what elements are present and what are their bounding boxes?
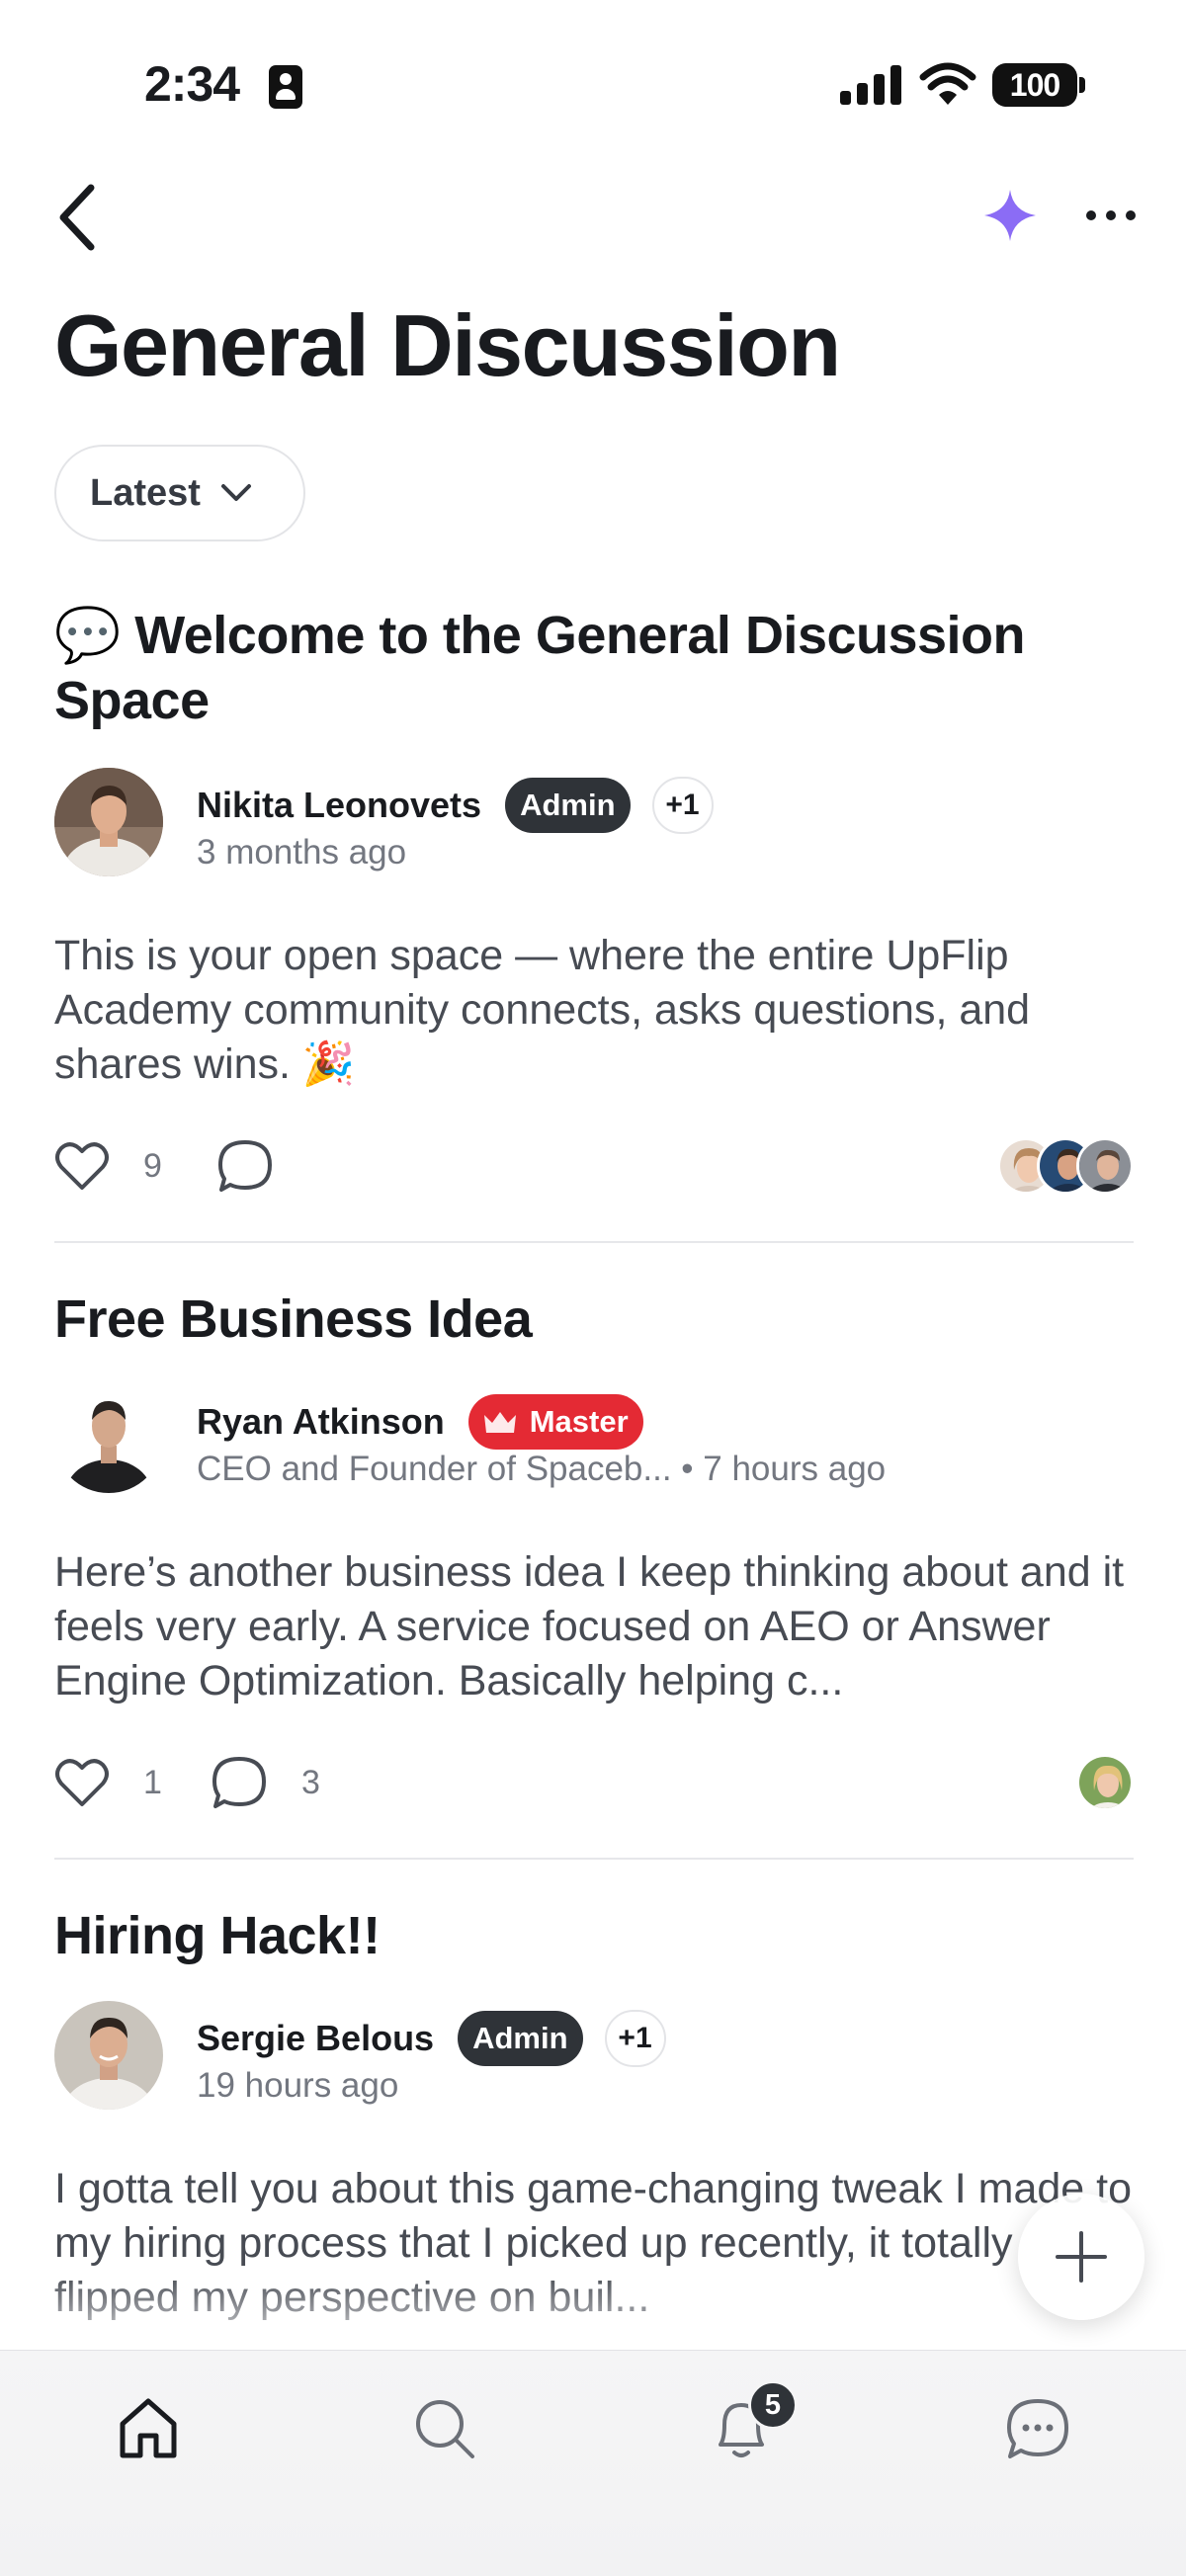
avatar[interactable] bbox=[54, 1384, 163, 1493]
reactor-avatars[interactable] bbox=[997, 1137, 1134, 1195]
author-name[interactable]: Nikita Leonovets bbox=[197, 785, 481, 826]
comment-button[interactable] bbox=[216, 1131, 274, 1201]
post-card[interactable]: 💬 Welcome to the General Discussion Spac… bbox=[54, 603, 1134, 1196]
post-title[interactable]: Free Business Idea bbox=[54, 1287, 1134, 1352]
chevron-down-icon bbox=[220, 484, 251, 501]
author-row[interactable]: Ryan Atkinson Master CEO and Founder of … bbox=[54, 1384, 886, 1493]
admin-badge: Admin bbox=[505, 778, 631, 833]
plus-icon bbox=[1056, 2231, 1107, 2283]
reactor-avatar bbox=[1076, 1754, 1134, 1811]
post-actions: 1 3 bbox=[54, 1748, 1134, 1817]
divider bbox=[54, 1858, 1134, 1860]
author-row[interactable]: Nikita Leonovets Admin +1 3 months ago bbox=[54, 768, 714, 876]
chevron-left-icon bbox=[59, 184, 95, 251]
sort-label: Latest bbox=[90, 471, 201, 514]
notification-count-badge: 5 bbox=[748, 2380, 798, 2430]
admin-badge: Admin bbox=[458, 2011, 583, 2066]
reactor-avatar bbox=[1076, 1137, 1134, 1195]
wifi-icon bbox=[919, 62, 976, 105]
tab-search[interactable] bbox=[400, 2384, 489, 2473]
ai-assistant-button[interactable] bbox=[982, 188, 1038, 243]
author-row[interactable]: Sergie Belous Admin +1 19 hours ago bbox=[54, 2001, 666, 2110]
heart-icon bbox=[55, 1142, 109, 1190]
ellipsis-icon bbox=[1086, 210, 1136, 220]
sort-dropdown[interactable]: Latest bbox=[54, 445, 305, 541]
tab-bar: 5 bbox=[0, 2350, 1186, 2576]
comment-count: 3 bbox=[301, 1763, 320, 1801]
post-emoji: 💬 bbox=[54, 606, 121, 665]
battery-icon: 100 bbox=[992, 63, 1085, 107]
more-options-button[interactable] bbox=[1083, 194, 1139, 237]
post-excerpt: This is your open space — where the enti… bbox=[54, 932, 1031, 1088]
author-name[interactable]: Sergie Belous bbox=[197, 2018, 434, 2059]
post-title[interactable]: Hiring Hack!! bbox=[54, 1903, 1134, 1968]
like-count: 9 bbox=[143, 1146, 162, 1185]
author-headline-timestamp: CEO and Founder of Spaceb... • 7 hours a… bbox=[197, 1450, 887, 1488]
tab-notifications[interactable]: 5 bbox=[697, 2380, 798, 2473]
comment-button[interactable]: 3 bbox=[211, 1748, 320, 1817]
post-card[interactable]: Free Business Idea Ryan Atkinson Master bbox=[54, 1287, 1134, 1840]
post-timestamp: 19 hours ago bbox=[197, 2066, 399, 2105]
sparkle-icon bbox=[984, 190, 1036, 241]
like-button[interactable]: 1 bbox=[54, 1748, 162, 1817]
status-bar: 2:34 100 bbox=[0, 0, 1186, 173]
post-timestamp: 3 months ago bbox=[197, 833, 407, 872]
status-time: 2:34 bbox=[144, 56, 240, 112]
home-icon bbox=[120, 2398, 177, 2458]
search-icon bbox=[416, 2400, 474, 2458]
reactor-avatars[interactable] bbox=[1076, 1754, 1134, 1811]
post-excerpt: I gotta tell you about this game-changin… bbox=[54, 2165, 1132, 2321]
post-title[interactable]: 💬 Welcome to the General Discussion Spac… bbox=[54, 603, 1134, 733]
divider bbox=[54, 1241, 1134, 1243]
chat-icon bbox=[1007, 2399, 1068, 2458]
like-button[interactable]: 9 bbox=[54, 1131, 162, 1201]
post-actions: 9 bbox=[54, 1131, 1134, 1201]
post-excerpt: Here’s another business idea I keep thin… bbox=[54, 1548, 1125, 1704]
new-post-button[interactable] bbox=[1018, 2194, 1144, 2320]
author-name[interactable]: Ryan Atkinson bbox=[197, 1401, 445, 1443]
comment-icon bbox=[212, 1757, 266, 1808]
post-card[interactable]: Hiring Hack!! Sergie Belous Admin +1 19 … bbox=[54, 1903, 1134, 2358]
like-count: 1 bbox=[143, 1763, 162, 1801]
avatar[interactable] bbox=[54, 2001, 163, 2110]
more-badges-chip[interactable]: +1 bbox=[651, 777, 714, 834]
tab-messages[interactable] bbox=[993, 2384, 1082, 2473]
page-title: General Discussion bbox=[54, 296, 841, 394]
cellular-signal-icon bbox=[840, 65, 901, 105]
master-badge: Master bbox=[467, 1394, 643, 1450]
avatar[interactable] bbox=[54, 768, 163, 876]
heart-icon bbox=[55, 1759, 109, 1806]
tab-home[interactable] bbox=[104, 2384, 193, 2473]
comment-icon bbox=[218, 1140, 272, 1192]
crown-icon bbox=[483, 1412, 516, 1433]
focus-person-icon bbox=[269, 65, 302, 109]
more-badges-chip[interactable]: +1 bbox=[604, 2010, 666, 2067]
back-button[interactable] bbox=[49, 180, 109, 255]
